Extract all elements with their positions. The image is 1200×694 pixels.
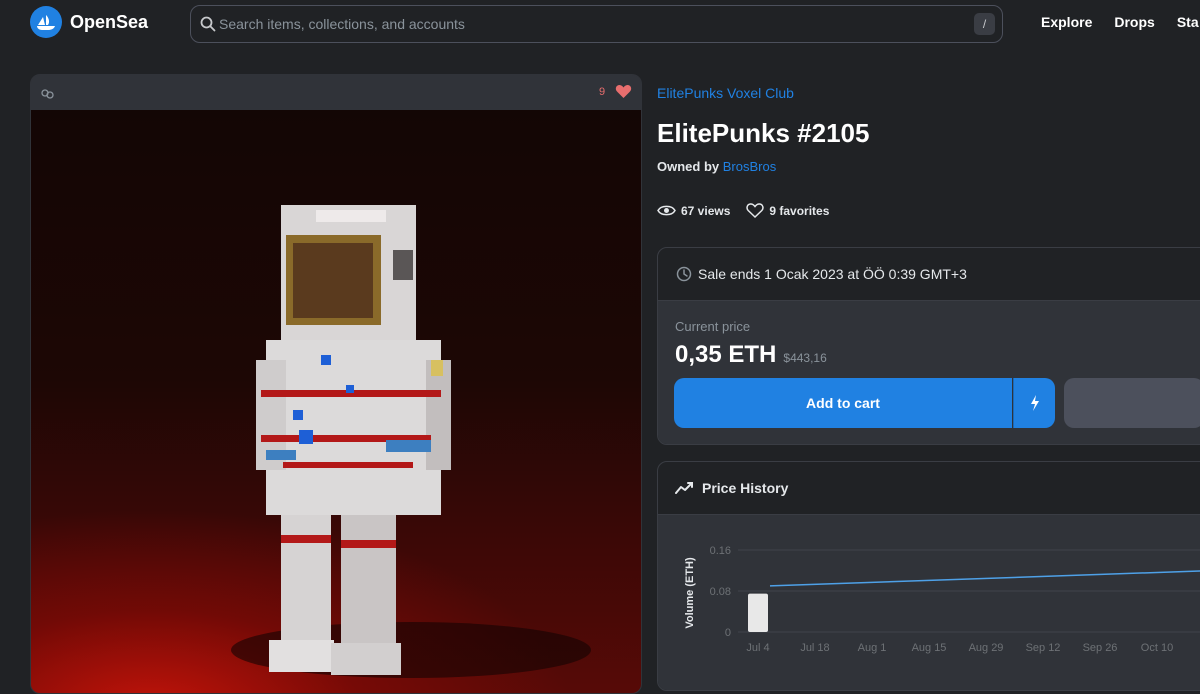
price-history-chart-area: 0.16 0.08 0 Volume (ETH) Jul 4 Jul 18 Aug 1 Aug… xyxy=(658,515,1200,690)
favorite-count: 9 xyxy=(599,86,606,98)
x-tick-label: Aug 1 xyxy=(858,642,887,654)
y-tick-label: 0.16 xyxy=(710,545,731,557)
quick-buy-button[interactable] xyxy=(1013,378,1055,428)
sale-end-row: Sale ends 1 Ocak 2023 at ÖÖ 0:39 GMT+3 xyxy=(658,248,1200,301)
x-tick-label: Aug 29 xyxy=(969,642,1004,654)
item-media-card: 9 xyxy=(30,74,642,694)
favorites-count: 9 favorites xyxy=(769,203,830,218)
opensea-logo-icon xyxy=(30,6,62,38)
views-stat: 67 views xyxy=(657,204,730,218)
chain-icon[interactable] xyxy=(41,86,55,104)
collection-link[interactable]: ElitePunks Voxel Club xyxy=(657,85,794,101)
owner-link[interactable]: BrosBros xyxy=(723,159,776,174)
volume-bar xyxy=(748,593,768,632)
clock-icon xyxy=(676,266,692,282)
heart-icon[interactable] xyxy=(615,84,632,104)
x-tick-label: Jul 18 xyxy=(800,642,829,654)
y-tick-label: 0 xyxy=(725,627,731,639)
price-usd: $443,16 xyxy=(783,351,827,365)
item-title: ElitePunks #2105 xyxy=(657,118,870,148)
brand-name: OpenSea xyxy=(70,11,149,32)
search-shortcut-key: / xyxy=(974,13,995,35)
y-axis-title: Volume (ETH) xyxy=(684,557,696,629)
price-history-chart: 0.16 0.08 0 Volume (ETH) Jul 4 Jul 18 Aug 1 Aug… xyxy=(684,545,1200,654)
favorites-stat[interactable]: 9 favorites xyxy=(746,203,829,218)
heart-outline-icon xyxy=(746,203,765,218)
owner-line: Owned by BrosBros xyxy=(657,159,776,174)
search-icon xyxy=(200,16,216,37)
x-tick-label: Oct 10 xyxy=(1141,642,1173,654)
main-nav: Explore Drops Sta xyxy=(1041,14,1200,30)
price-history-card: Price History 0.16 0.08 0 Volume (ETH) Jul 4… xyxy=(657,461,1200,691)
price-row: 0,35 ETH $443,16 xyxy=(675,341,827,369)
top-navbar: OpenSea / Explore Drops Sta xyxy=(0,0,1200,48)
avg-price-line xyxy=(769,570,1200,587)
nav-explore[interactable]: Explore xyxy=(1041,14,1092,30)
owned-by-label: Owned by xyxy=(657,159,720,174)
x-tick-label: Sep 26 xyxy=(1083,642,1118,654)
x-tick-label: Aug 15 xyxy=(912,642,947,654)
views-count: 67 views xyxy=(681,203,731,218)
brand-logo[interactable]: OpenSea xyxy=(30,6,148,38)
item-stats: 67 views 9 favorites xyxy=(657,203,845,218)
sale-end-text: Sale ends 1 Ocak 2023 at ÖÖ 0:39 GMT+3 xyxy=(698,266,967,282)
lightning-icon xyxy=(1030,395,1039,411)
price-history-header[interactable]: Price History xyxy=(658,462,1200,515)
current-price-label: Current price xyxy=(675,319,751,334)
price-eth: 0,35 ETH xyxy=(675,341,777,368)
y-tick-label: 0.08 xyxy=(710,586,731,598)
search-bar[interactable]: / xyxy=(190,5,1003,43)
astronaut-figure xyxy=(231,205,591,678)
media-toolbar: 9 xyxy=(31,75,641,110)
make-offer-button[interactable] xyxy=(1064,378,1200,428)
price-history-title: Price History xyxy=(702,480,789,496)
nav-drops[interactable]: Drops xyxy=(1114,14,1154,30)
eye-icon xyxy=(657,205,676,216)
nft-image[interactable] xyxy=(31,110,641,693)
add-to-cart-button[interactable]: Add to cart xyxy=(674,378,1012,428)
trend-icon xyxy=(675,482,693,494)
search-input[interactable] xyxy=(219,6,959,42)
nav-stats[interactable]: Sta xyxy=(1177,14,1199,30)
x-tick-label: Jul 4 xyxy=(746,642,769,654)
x-tick-label: Sep 12 xyxy=(1026,642,1061,654)
